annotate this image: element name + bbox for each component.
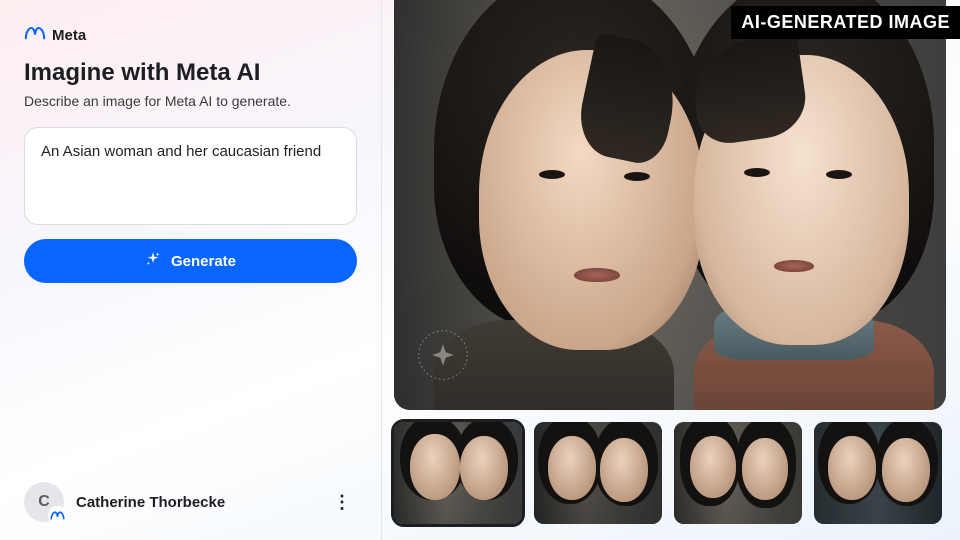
thumbnail-2[interactable] xyxy=(534,422,662,524)
app-root: Meta Imagine with Meta AI Describe an im… xyxy=(0,0,960,540)
generated-image-main[interactable] xyxy=(394,0,946,410)
meta-logo-icon xyxy=(24,26,46,45)
prompt-input[interactable] xyxy=(24,127,357,225)
more-menu-button[interactable]: ⋮ xyxy=(327,487,357,517)
thumbnail-strip xyxy=(394,422,946,524)
thumbnail-4[interactable] xyxy=(814,422,942,524)
brand: Meta xyxy=(24,26,357,45)
ai-generated-badge: AI-GENERATED IMAGE xyxy=(731,6,960,39)
generate-button[interactable]: Generate xyxy=(24,239,357,283)
avatar-meta-badge-icon xyxy=(48,506,67,525)
user-row: C Catherine Thorbecke ⋮ xyxy=(24,472,357,522)
thumbnail-3[interactable] xyxy=(674,422,802,524)
generate-button-label: Generate xyxy=(171,253,236,270)
thumbnail-1[interactable] xyxy=(394,422,522,524)
watermark-icon xyxy=(416,328,470,382)
brand-name: Meta xyxy=(52,27,86,44)
user-name: Catherine Thorbecke xyxy=(76,494,315,511)
page-subtitle: Describe an image for Meta AI to generat… xyxy=(24,93,357,109)
page-title: Imagine with Meta AI xyxy=(24,59,357,87)
sparkle-icon xyxy=(145,251,161,271)
right-panel: AI-GENERATED IMAGE xyxy=(382,0,960,540)
left-panel: Meta Imagine with Meta AI Describe an im… xyxy=(0,0,382,540)
more-vertical-icon: ⋮ xyxy=(333,492,351,513)
avatar[interactable]: C xyxy=(24,482,64,522)
